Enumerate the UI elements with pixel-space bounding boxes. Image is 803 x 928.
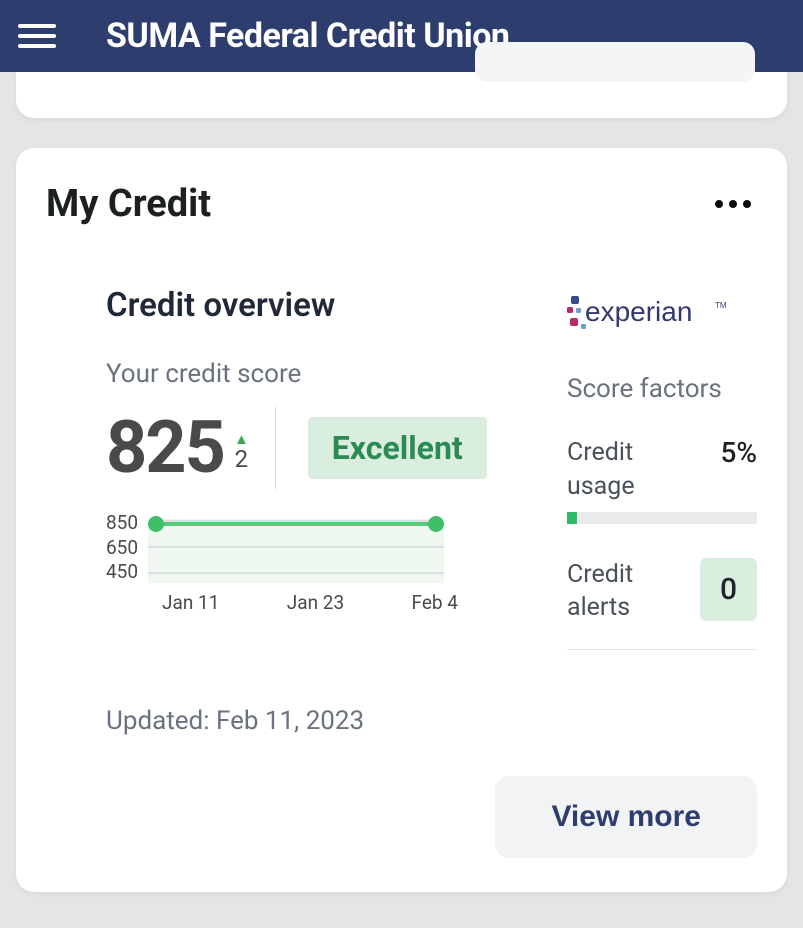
view-more-button[interactable]: View more (495, 776, 757, 858)
y-tick: 850 (106, 511, 138, 534)
previous-card-button[interactable] (475, 42, 755, 82)
credit-score-subtitle: Your credit score (106, 359, 537, 389)
score-change: ▲ 2 (234, 432, 249, 471)
my-credit-card: My Credit Credit overview Your credit sc… (16, 148, 787, 892)
rating-badge: Excellent (308, 417, 487, 479)
x-tick: Jan 11 (162, 591, 219, 614)
vertical-divider (275, 407, 276, 489)
previous-card-partial (16, 72, 787, 118)
chart-x-axis: Jan 11 Jan 23 Feb 4 (106, 591, 458, 614)
y-tick: 450 (106, 560, 138, 583)
card-header: My Credit (46, 182, 757, 226)
chart-plot (148, 511, 444, 583)
x-tick: Jan 23 (287, 591, 344, 614)
score-row: 825 ▲ 2 Excellent (106, 407, 537, 489)
chart-y-axis: 850 650 450 (106, 511, 138, 583)
updated-text: Updated: Feb 11, 2023 (46, 706, 757, 736)
credit-usage-value: 5% (720, 436, 757, 469)
experian-logo: experian TM (567, 294, 757, 338)
credit-alerts-row: Credit alerts 0 (567, 558, 757, 626)
score-chart: 850 650 450 (106, 511, 537, 583)
credit-score-value: 825 (106, 412, 224, 484)
updated-date: Feb 11, 2023 (216, 706, 364, 736)
credit-alerts-value: 0 (700, 558, 757, 621)
view-more-wrap: View more (46, 776, 757, 858)
updated-prefix: Updated: (106, 706, 216, 736)
credit-overview-row: Credit overview Your credit score 825 ▲ … (46, 286, 757, 650)
card-title: My Credit (46, 182, 211, 226)
horizontal-divider (567, 649, 757, 650)
credit-overview-title: Credit overview (106, 286, 537, 325)
credit-overview-right: experian TM Score factors Credit usage 5… (567, 286, 757, 650)
menu-icon[interactable] (18, 17, 56, 55)
credit-usage-bar-fill (567, 512, 577, 524)
score-factors-title: Score factors (567, 374, 757, 404)
page-content: My Credit Credit overview Your credit sc… (0, 72, 803, 908)
credit-usage-row: Credit usage 5% (567, 436, 757, 504)
credit-overview-left: Credit overview Your credit score 825 ▲ … (106, 286, 537, 650)
svg-text:TM: TM (715, 301, 727, 310)
credit-usage-bar (567, 512, 757, 524)
svg-text:experian: experian (585, 296, 692, 327)
credit-usage-label: Credit usage (567, 436, 667, 504)
credit-alerts-label: Credit alerts (567, 558, 667, 626)
score-change-value: 2 (235, 447, 249, 471)
more-options-icon[interactable] (709, 194, 757, 214)
app-title: SUMA Federal Credit Union (106, 16, 509, 56)
y-tick: 650 (106, 536, 138, 559)
x-tick: Feb 4 (412, 591, 458, 614)
